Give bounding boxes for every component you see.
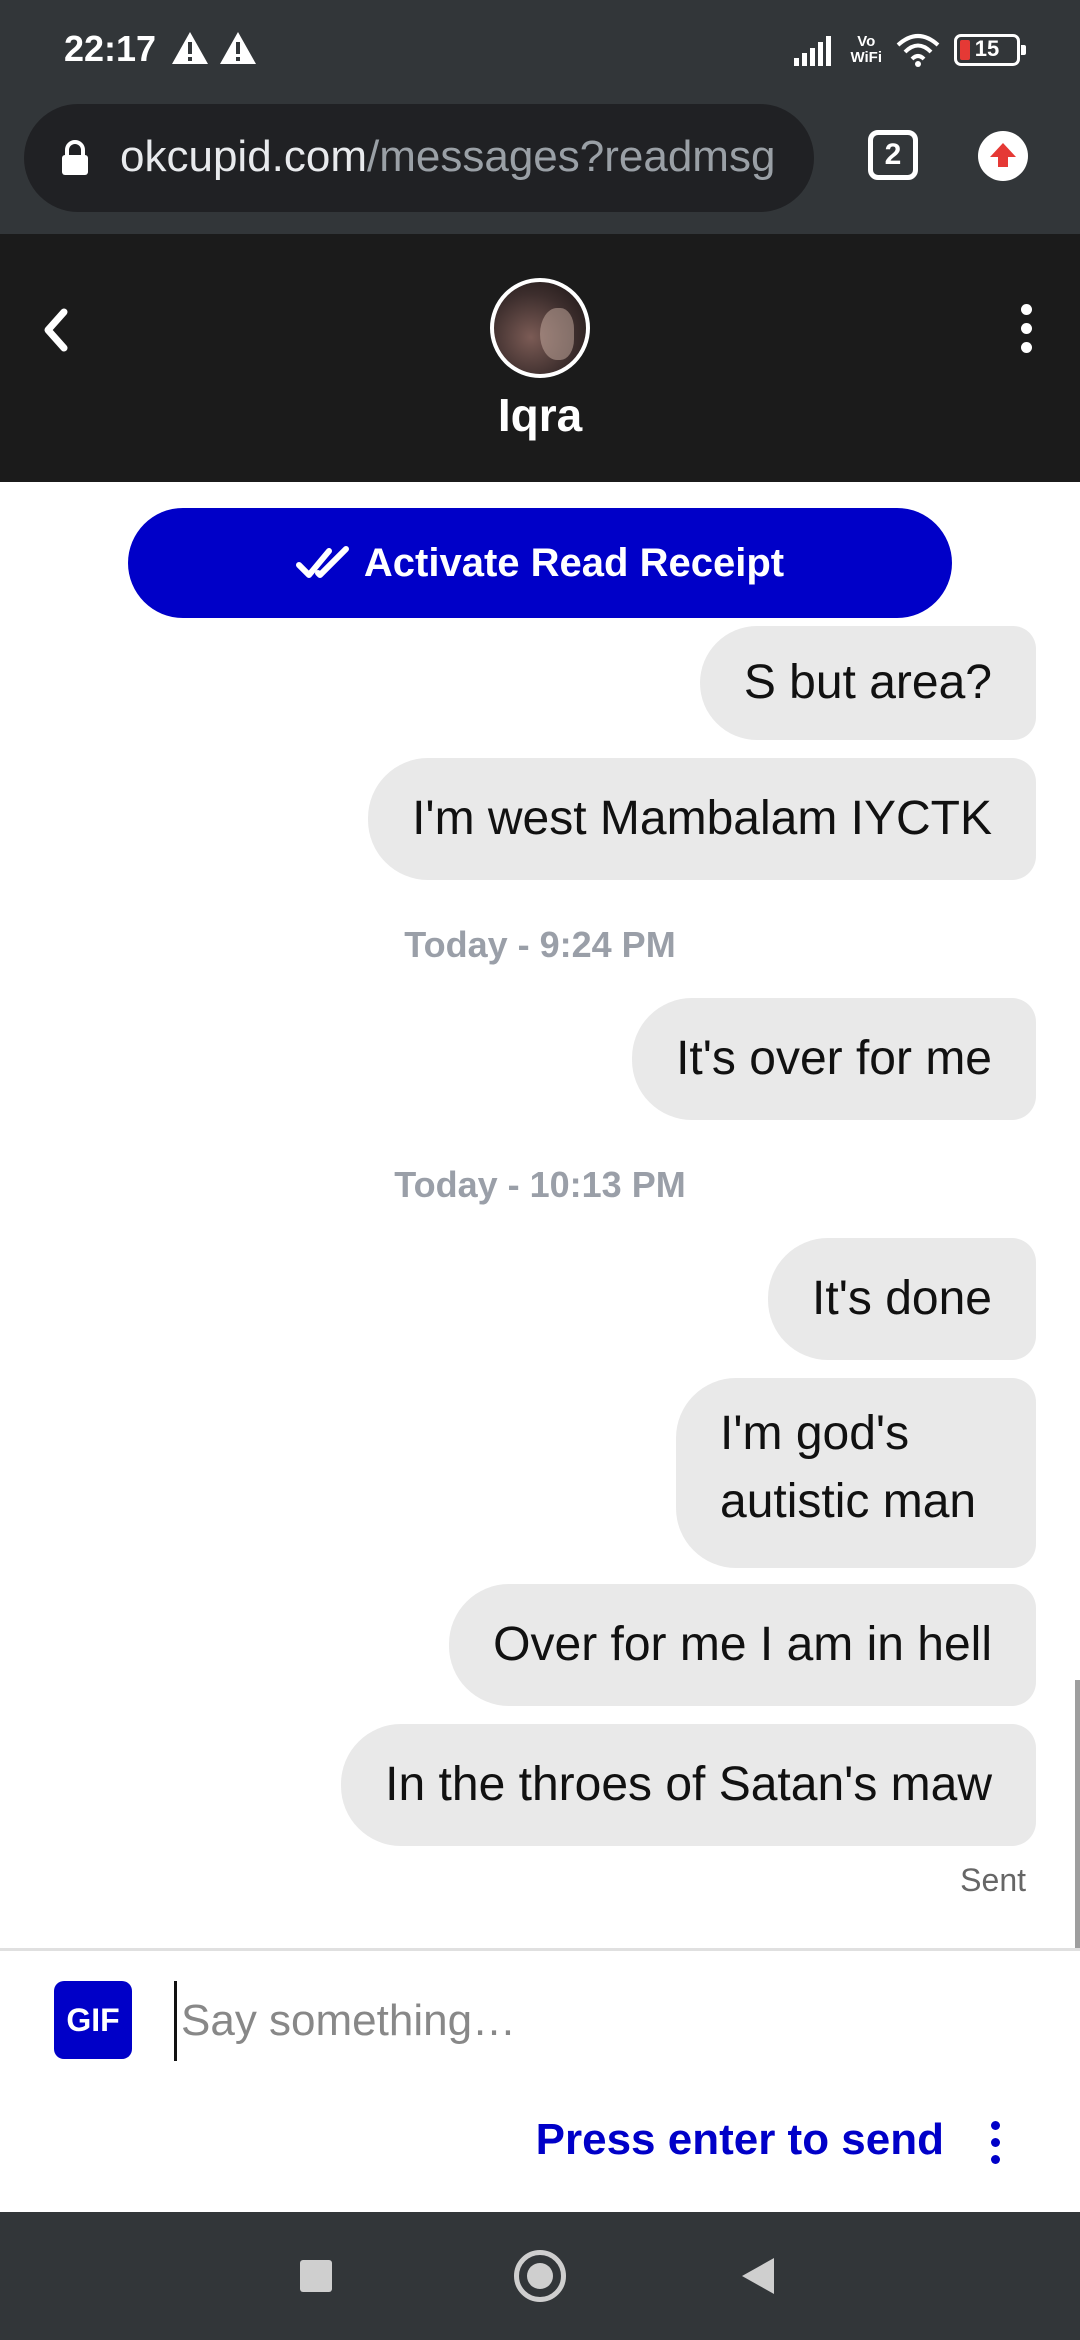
system-nav-bar <box>0 2212 1080 2340</box>
status-bar: 22:17 Vo WiFi 15 <box>0 0 1080 100</box>
message-bubble[interactable]: In the throes of Satan's maw <box>341 1724 1036 1846</box>
warning-icon <box>220 32 256 64</box>
battery-level: 15 <box>974 36 1000 61</box>
back-arrow-icon[interactable] <box>30 300 84 360</box>
message-input[interactable] <box>174 1981 1034 2061</box>
warning-icon <box>172 32 208 64</box>
message-bubble[interactable]: I'm west Mambalam IYCTK <box>368 758 1036 880</box>
vowifi-indicator: Vo WiFi <box>850 33 882 66</box>
arrow-up-icon <box>990 143 1016 167</box>
read-receipt-label: Activate Read Receipt <box>363 540 785 585</box>
signal-icon <box>794 36 832 66</box>
gif-button[interactable]: GIF <box>54 1981 132 2059</box>
press-enter-to-send-label[interactable]: Press enter to send <box>536 2115 944 2165</box>
avatar[interactable] <box>490 278 590 378</box>
more-options-icon[interactable] <box>1010 304 1042 360</box>
composer-options-icon[interactable] <box>988 2121 1002 2171</box>
address-bar[interactable]: okcupid.com/messages?readmsg <box>24 104 814 212</box>
update-button[interactable] <box>978 131 1028 181</box>
message-bubble[interactable]: It's over for me <box>632 998 1036 1120</box>
activate-read-receipt-button[interactable]: Activate Read Receipt <box>128 508 952 618</box>
tab-switcher-button[interactable]: 2 <box>868 130 918 180</box>
message-timestamp: Today - 9:24 PM <box>404 924 676 965</box>
message-bubble[interactable]: I'm god's autistic man <box>676 1378 1036 1568</box>
lock-icon <box>62 140 88 175</box>
browser-toolbar: okcupid.com/messages?readmsg 2 <box>0 100 1080 234</box>
wifi-icon <box>896 34 940 67</box>
message-bubble[interactable]: Over for me I am in hell <box>449 1584 1036 1706</box>
url-text: okcupid.com/messages?readmsg <box>120 132 776 181</box>
home-icon[interactable] <box>514 2250 566 2302</box>
message-composer: GIF Press enter to send <box>0 1948 1080 2212</box>
double-check-icon <box>295 546 349 578</box>
message-timestamp: Today - 10:13 PM <box>394 1164 686 1205</box>
status-time: 22:17 <box>64 28 157 69</box>
message-bubble[interactable]: It's done <box>768 1238 1036 1360</box>
contact-name[interactable]: Iqra <box>0 388 1080 442</box>
message-bubble[interactable]: S but area? <box>699 626 1036 740</box>
chat-header: Iqra <box>0 234 1080 482</box>
scrollbar[interactable] <box>1075 1680 1080 1950</box>
message-status: Sent <box>960 1862 1026 1898</box>
back-icon[interactable] <box>742 2258 774 2294</box>
recents-icon[interactable] <box>300 2260 332 2292</box>
battery-icon: 15 <box>954 34 1026 66</box>
